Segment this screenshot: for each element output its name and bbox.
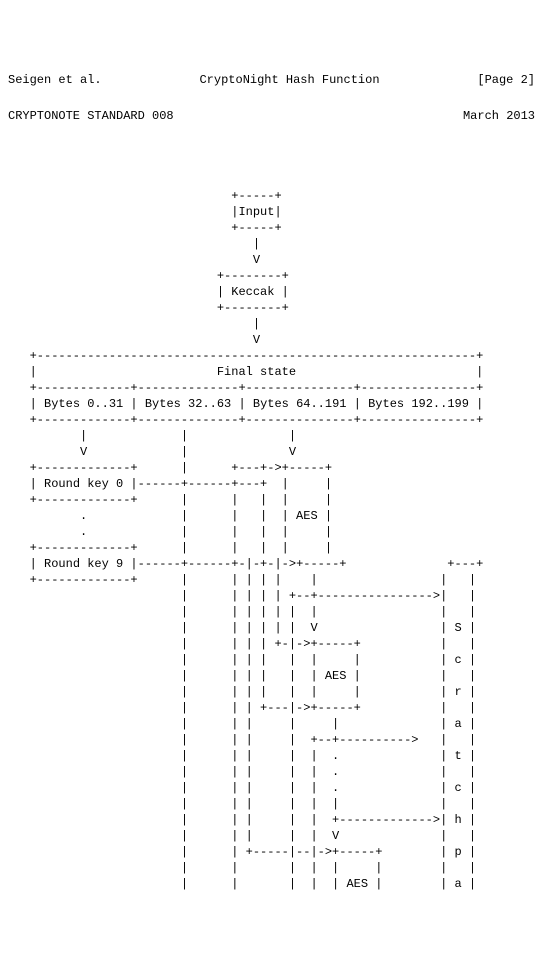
- round-key-0: Round key 0: [44, 477, 123, 491]
- subheader-line: CRYPTONOTE STANDARD 008 March 2013: [8, 108, 535, 124]
- ascii-diagram: +-----+ |Input| +-----+ | V +--------+: [8, 172, 535, 892]
- scratchpad-a2: a: [455, 877, 462, 891]
- page-number: [Page 2]: [477, 72, 535, 88]
- doc-date: March 2013: [463, 108, 535, 124]
- aes-box-2: AES: [325, 669, 347, 683]
- scratchpad-t: t: [454, 749, 461, 763]
- aes-box-3: AES: [346, 877, 368, 891]
- keccak-box: Keccak: [231, 285, 274, 299]
- author: Seigen et al.: [8, 72, 102, 88]
- standard-name: CRYPTONOTE STANDARD 008: [8, 108, 174, 124]
- final-state-label: Final state: [217, 365, 296, 379]
- scratchpad-c2: c: [454, 781, 461, 795]
- header-line: Seigen et al. CryptoNight Hash Function [P…: [8, 72, 535, 88]
- bytes-col3: Bytes 64..191: [253, 397, 347, 411]
- bytes-col2: Bytes 32..63: [145, 397, 231, 411]
- scratchpad-s: S: [454, 621, 461, 635]
- scratchpad-p: p: [454, 845, 461, 859]
- aes-box-1: AES: [296, 509, 318, 523]
- scratchpad-r: r: [454, 685, 461, 699]
- bytes-col1: Bytes 0..31: [44, 397, 123, 411]
- round-key-9: Round key 9: [44, 557, 123, 571]
- bytes-col4: Bytes 192..199: [368, 397, 469, 411]
- scratchpad-c: c: [454, 653, 461, 667]
- doc-title: CryptoNight Hash Function: [199, 72, 379, 88]
- scratchpad-a: a: [454, 717, 461, 731]
- scratchpad-h: h: [454, 813, 461, 827]
- input-box: Input: [238, 205, 274, 219]
